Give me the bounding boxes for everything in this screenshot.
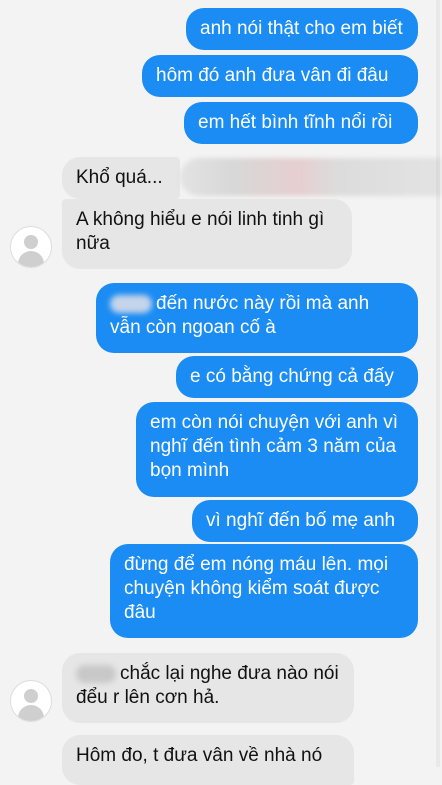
redacted-name [76, 664, 116, 683]
avatar-head-icon [24, 689, 38, 703]
contact-avatar[interactable] [10, 226, 52, 268]
message-outgoing[interactable]: đừng để em nóng máu lên. mọi chuyện khôn… [110, 544, 418, 638]
message-text: A không hiểu e nói linh tinh gì nữa [76, 209, 325, 254]
avatar-body-icon [18, 251, 44, 267]
message-text: e có bằng chứng cả đấy [190, 366, 394, 387]
message-outgoing[interactable]: đến nước này rồi mà anh vẫn còn ngoan cố… [96, 283, 418, 353]
message-outgoing[interactable]: vì nghĩ đến bố mẹ anh [192, 500, 418, 542]
message-text: anh nói thật cho em biết [200, 18, 403, 39]
message-text: em hết bình tĩnh nổi rồi [198, 112, 393, 133]
message-outgoing[interactable]: em hết bình tĩnh nổi rồi [184, 102, 418, 144]
redacted-content [180, 158, 442, 196]
redacted-name [110, 294, 152, 313]
message-incoming[interactable]: A không hiểu e nói linh tinh gì nữa [62, 199, 352, 269]
message-text: em còn nói chuyện với anh vì nghĩ đến tì… [150, 412, 398, 481]
scrollbar[interactable] [436, 0, 440, 767]
avatar-head-icon [24, 235, 38, 249]
message-text: đừng để em nóng máu lên. mọi chuyện khôn… [124, 554, 389, 623]
message-outgoing[interactable]: anh nói thật cho em biết [186, 8, 418, 50]
message-text: Hôm đo, t đưa vân về nhà nó [76, 745, 323, 766]
contact-avatar[interactable] [10, 680, 52, 722]
message-incoming[interactable]: Khổ quá... [62, 157, 180, 199]
message-text: vì nghĩ đến bố mẹ anh [206, 510, 396, 531]
message-text: chắc lại nghe đưa nào nói đểu r lên cơn … [76, 663, 339, 708]
message-thread: anh nói thật cho em biết hôm đó anh đưa … [0, 0, 442, 785]
message-outgoing[interactable]: e có bằng chứng cả đấy [176, 356, 418, 398]
message-outgoing[interactable]: hôm đó anh đưa vân đi đâu [142, 55, 418, 97]
avatar-body-icon [18, 705, 44, 721]
message-outgoing[interactable]: em còn nói chuyện với anh vì nghĩ đến tì… [136, 402, 418, 497]
message-text: Khổ quá... [76, 167, 163, 188]
message-incoming[interactable]: Hôm đo, t đưa vân về nhà nó [62, 735, 354, 785]
message-text: hôm đó anh đưa vân đi đâu [156, 65, 389, 86]
message-incoming[interactable]: chắc lại nghe đưa nào nói đểu r lên cơn … [62, 653, 354, 723]
